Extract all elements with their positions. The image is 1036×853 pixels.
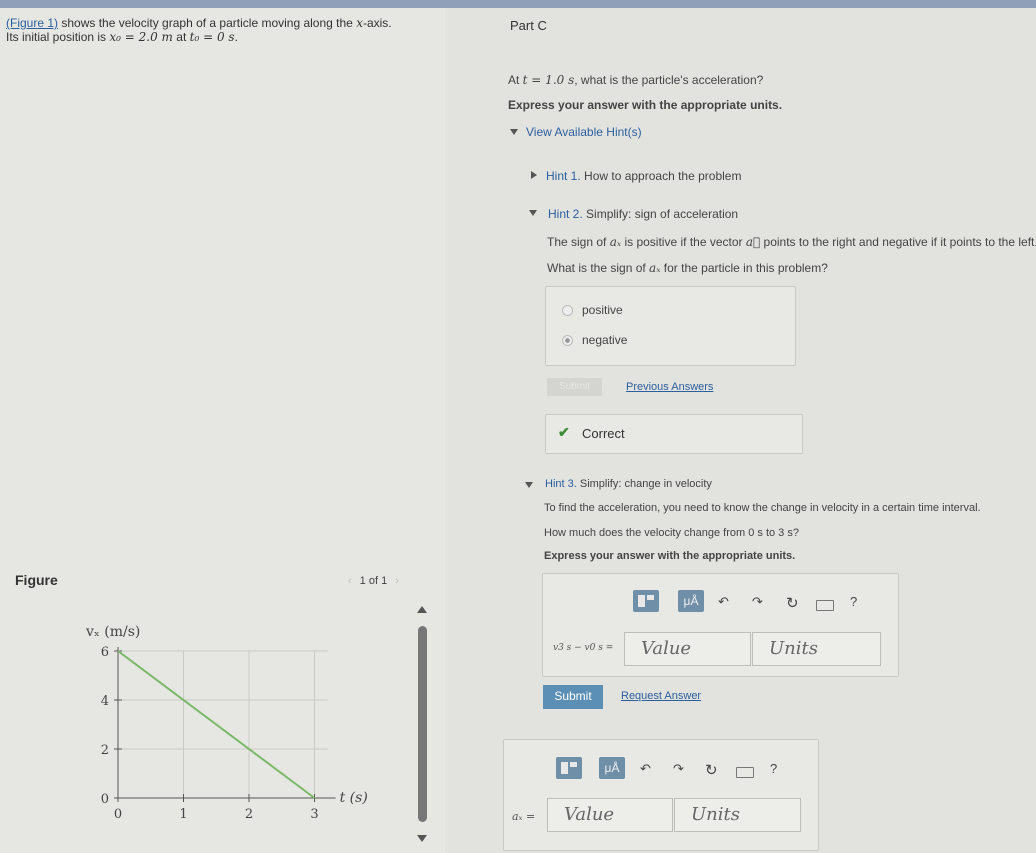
hint2-header[interactable]: Hint 2. Simplify: sign of acceleration (548, 207, 738, 221)
x-tick-label: 3 (310, 807, 318, 822)
prev-figure-icon[interactable]: ‹ (348, 575, 352, 587)
reset-icon-main[interactable]: ↻ (705, 761, 718, 779)
hint2-title: Simplify: sign of acceleration (586, 207, 739, 221)
hint2-question-suffix: for the particle in this problem? (660, 261, 828, 275)
x-tick-label: 0 (114, 807, 122, 822)
part-title: Part C (510, 18, 547, 33)
redo-icon[interactable]: ↷ (752, 594, 763, 610)
keyboard-icon[interactable] (816, 600, 834, 611)
scroll-thumb[interactable] (418, 626, 427, 822)
hint2-text-mid: is positive if the vector (621, 235, 746, 249)
hint2-question: What is the sign of aₓ for the particle … (547, 261, 828, 275)
hint3-title: Simplify: change in velocity (579, 478, 712, 490)
intro-period: . (234, 30, 238, 44)
figure-label: Figure (15, 572, 58, 588)
initial-position-text: Its initial position is (6, 30, 110, 44)
velocity-line (117, 650, 316, 799)
y-tick-label: 2 (101, 743, 109, 758)
hint3-header[interactable]: Hint 3. Simplify: change in velocity (545, 478, 712, 490)
scroll-down-icon[interactable] (417, 835, 427, 842)
x0-expression: x₀ = 2.0 m (109, 30, 173, 44)
hint3-instruction: Express your answer with the appropriate… (544, 550, 796, 562)
y-tick-label: 6 (101, 645, 109, 660)
problem-intro: (Figure 1) shows the velocity graph of a… (6, 16, 426, 44)
hint2-text: The sign of aₓ is positive if the vector… (547, 235, 1036, 249)
hint1-label: Hint 1. (546, 169, 581, 183)
hint2-collapse-icon[interactable] (529, 210, 537, 216)
previous-answers-link[interactable]: Previous Answers (626, 381, 713, 393)
option-negative-label[interactable]: negative (582, 333, 627, 347)
hint3-collapse-icon[interactable] (525, 482, 533, 488)
units-symbol-icon-main[interactable]: μÅ (599, 757, 625, 779)
templates-icon-main[interactable] (556, 757, 582, 779)
hint3-label: Hint 3. (545, 478, 577, 490)
velocity-graph: 0 2 4 6 0 1 2 3 vₓ (m/s) t (s) (85, 624, 368, 822)
hint3-value-input[interactable]: Value (624, 632, 751, 666)
reset-icon[interactable]: ↻ (786, 594, 799, 612)
pager-text: 1 of 1 (359, 575, 388, 587)
ax-symbol-2: aₓ (649, 261, 661, 275)
intro-text: shows the velocity graph of a particle m… (58, 16, 357, 30)
x-tick-label: 2 (245, 807, 253, 822)
hint2-submit-button[interactable]: Submit (547, 378, 602, 396)
feedback-text: Correct (582, 426, 625, 441)
hint1-title: How to approach the problem (584, 169, 742, 183)
figure-pager: ‹ 1 of 1 › (340, 575, 407, 587)
redo-icon-main[interactable]: ↷ (673, 761, 684, 777)
question-prefix: At (508, 73, 523, 87)
intro-text-end: -axis. (362, 16, 392, 30)
x-tick-label: 1 (179, 807, 187, 822)
request-answer-link[interactable]: Request Answer (621, 690, 701, 702)
velocity-change-label: v3 s − v0 s = (553, 643, 614, 653)
hint2-label: Hint 2. (548, 207, 583, 221)
sign-options-box (545, 286, 796, 366)
units-symbol-icon[interactable]: μÅ (678, 590, 704, 612)
instruction-text: Express your answer with the appropriate… (508, 98, 783, 112)
hint2-text-prefix: The sign of (547, 235, 610, 249)
undo-icon-main[interactable]: ↶ (640, 761, 651, 777)
ax-value-input[interactable]: Value (547, 798, 673, 832)
y-tick-label: 4 (101, 694, 109, 709)
scroll-up-icon[interactable] (417, 606, 427, 613)
y-axis-label: vₓ (m/s) (85, 624, 140, 640)
view-hints-link[interactable]: View Available Hint(s) (526, 125, 642, 139)
question-text: At t = 1.0 s, what is the particle's acc… (508, 73, 763, 87)
main-answer-box (503, 739, 819, 851)
hint3-submit-button[interactable]: Submit (543, 685, 603, 709)
radio-negative[interactable] (562, 335, 573, 346)
top-bar (0, 0, 1036, 8)
y-tick-label: 0 (101, 792, 109, 807)
hint3-question: How much does the velocity change from 0… (544, 527, 799, 539)
templates-icon[interactable] (633, 590, 659, 612)
question-time: t = 1.0 s (522, 73, 575, 87)
hint1-header[interactable]: Hint 1. How to approach the problem (546, 169, 741, 183)
undo-icon[interactable]: ↶ (718, 594, 729, 610)
vector-a-symbol: a⃗ (745, 235, 761, 249)
question-suffix: , what is the particle's acceleration? (574, 73, 764, 87)
ax-units-input[interactable]: Units (674, 798, 801, 832)
axis-variable: x (356, 16, 363, 30)
figure-scrollbar[interactable] (416, 606, 430, 842)
hint1-expand-icon[interactable] (531, 171, 537, 179)
keyboard-icon-main[interactable] (736, 767, 754, 778)
checkmark-icon: ✔ (558, 424, 570, 440)
view-hints-caret-icon[interactable] (510, 129, 518, 135)
hint3-text: To find the acceleration, you need to kn… (544, 502, 981, 514)
option-positive-label[interactable]: positive (582, 303, 623, 317)
figure-link[interactable]: (Figure 1) (6, 16, 58, 30)
problem-pane: (Figure 1) shows the velocity graph of a… (0, 8, 445, 853)
help-icon[interactable]: ? (850, 594, 857, 609)
ax-symbol: aₓ (609, 235, 622, 249)
x-axis-label: t (s) (340, 790, 368, 806)
hint3-units-input[interactable]: Units (752, 632, 881, 666)
hint2-text-suffix: points to the right and negative if it p… (760, 235, 1036, 249)
next-figure-icon[interactable]: › (395, 575, 399, 587)
at-word: at (172, 30, 190, 44)
t0-expression: t₀ = 0 s (189, 30, 235, 44)
ax-answer-label: aₓ = (512, 810, 536, 823)
hint2-question-prefix: What is the sign of (547, 261, 650, 275)
radio-positive[interactable] (562, 305, 573, 316)
help-icon-main[interactable]: ? (770, 761, 777, 776)
